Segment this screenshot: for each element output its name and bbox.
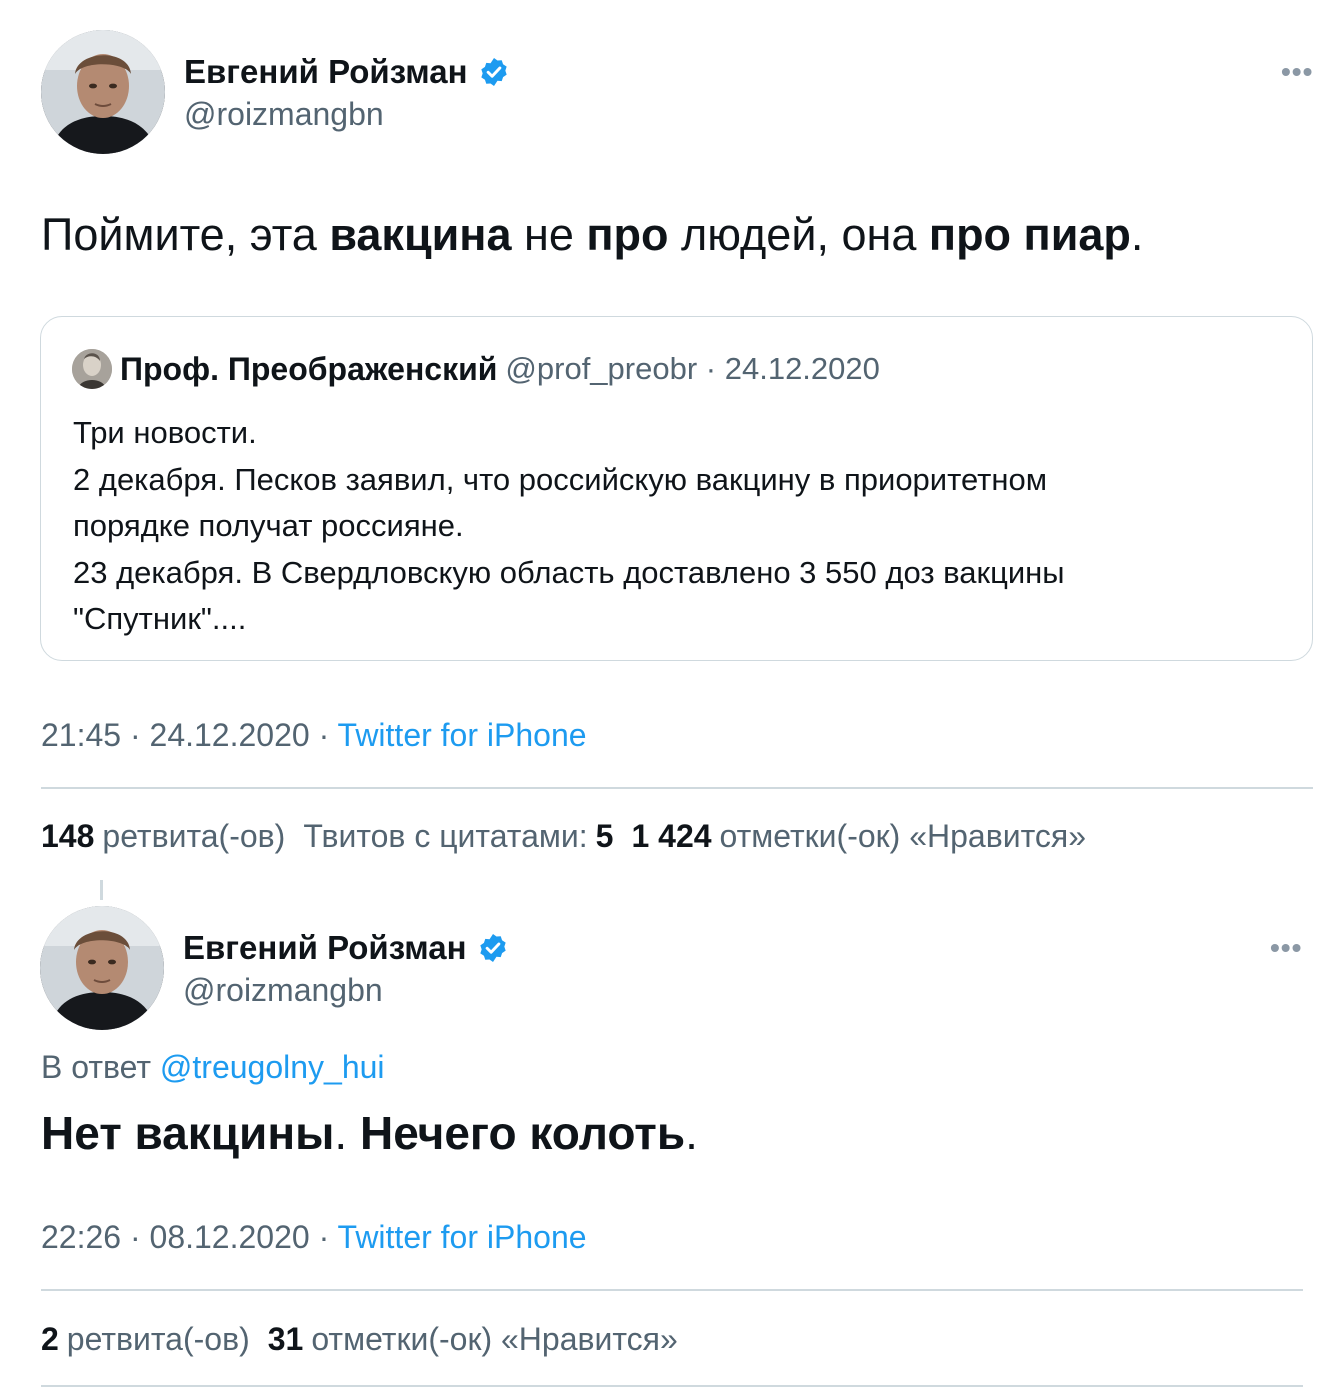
likes-stat[interactable]: 1 424 отметки(-ок) «Нравится»: [631, 818, 1086, 854]
tweet-stats: 2 ретвита(-ов) 31 отметки(-ок) «Нравится»: [41, 1321, 678, 1358]
tweet-timestamp: 22:26 · 08.12.2020 · Twitter for iPhone: [41, 1219, 587, 1255]
quoted-tweet-card[interactable]: Проф. Преображенский @prof_preobr · 24.1…: [40, 316, 1313, 661]
source-link[interactable]: Twitter for iPhone: [338, 1219, 587, 1255]
author-avatar[interactable]: [41, 30, 165, 154]
retweets-stat[interactable]: 2 ретвита(-ов): [41, 1321, 250, 1357]
author-handle[interactable]: @roizmangbn: [183, 972, 383, 1009]
quoted-tweet-text: Три новости. 2 декабря. Песков заявил, ч…: [73, 415, 1065, 636]
verified-badge-icon: [478, 56, 510, 88]
more-options-icon[interactable]: •••: [1270, 932, 1302, 964]
author-avatar[interactable]: [40, 906, 164, 1030]
quoted-author-handle: @prof_preobr · 24.12.2020: [505, 351, 880, 386]
retweets-stat[interactable]: 148 ретвита(-ов): [41, 818, 285, 854]
tweet-stats: 148 ретвита(-ов) Твитов с цитатами: 5 1 424 о…: [41, 818, 1086, 855]
thread-connector: [100, 880, 103, 900]
divider: [41, 787, 1313, 789]
divider: [41, 1289, 1303, 1291]
author-name[interactable]: Евгений Ройзман: [184, 53, 468, 91]
tweet-timestamp: 21:45 · 24.12.2020 · Twitter for iPhone: [41, 717, 587, 753]
quoted-author-avatar: [72, 349, 112, 389]
author-name-row: Евгений Ройзман: [184, 53, 510, 91]
tweet-text: Поймите, эта вакцина не про людей, она п…: [41, 209, 1144, 260]
reply-context: В ответ @treugolny_hui: [41, 1049, 385, 1085]
quoted-author-name: Проф. Преображенский: [120, 350, 498, 387]
quoted-tweet-header: Проф. Преображенский @prof_preobr · 24.1…: [72, 349, 880, 389]
divider: [41, 1385, 1303, 1387]
quotes-stat[interactable]: Твитов с цитатами: 5: [303, 818, 613, 854]
author-name-row: Евгений Ройзман: [183, 929, 509, 967]
reply-handle-link[interactable]: @treugolny_hui: [160, 1049, 385, 1085]
tweet-text: Нет вакцины. Нечего колоть.: [41, 1107, 698, 1159]
author-handle[interactable]: @roizmangbn: [184, 96, 384, 133]
source-link[interactable]: Twitter for iPhone: [338, 717, 587, 753]
likes-stat[interactable]: 31 отметки(-ок) «Нравится»: [268, 1321, 678, 1357]
author-name[interactable]: Евгений Ройзман: [183, 929, 467, 967]
more-options-icon[interactable]: •••: [1281, 56, 1313, 88]
verified-badge-icon: [477, 932, 509, 964]
